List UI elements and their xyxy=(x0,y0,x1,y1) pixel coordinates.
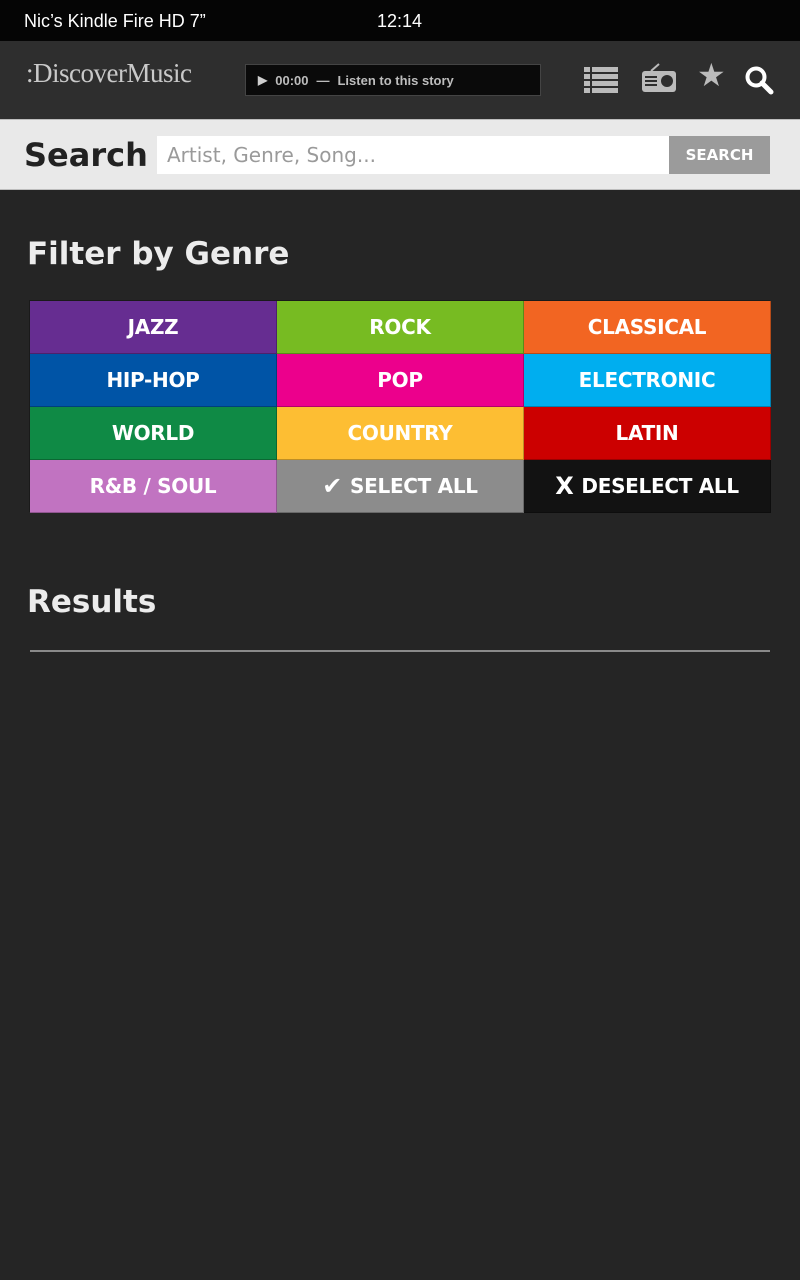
search-input[interactable] xyxy=(157,136,669,174)
player-separator: — xyxy=(316,72,330,88)
clock: 12:14 xyxy=(377,11,423,31)
search-bar: Search SEARCH xyxy=(0,119,800,190)
genre-jazz[interactable]: JAZZ xyxy=(30,301,277,354)
genre-label: ROCK xyxy=(369,315,431,339)
logo-text: :DiscoverMusic xyxy=(26,58,192,88)
select-all-button[interactable]: ✔ SELECT ALL xyxy=(277,460,524,513)
genre-world[interactable]: WORLD xyxy=(30,407,277,460)
genre-label: POP xyxy=(377,368,423,392)
audio-player[interactable]: ▶ 00:00 — Listen to this story xyxy=(245,64,541,96)
app-header: :DiscoverMusic ▶ 00:00 — Listen to this … xyxy=(0,41,800,119)
search-title: Search xyxy=(24,136,148,174)
results-divider xyxy=(30,650,770,652)
player-label: Listen to this story xyxy=(337,72,454,88)
genre-label: JAZZ xyxy=(127,315,179,339)
genre-filter-grid: JAZZ ROCK CLASSICAL HIP-HOP POP ELECTRON… xyxy=(29,300,771,513)
star-icon[interactable]: ★ xyxy=(697,59,726,91)
genre-label: R&B / SOUL xyxy=(89,474,217,498)
play-icon[interactable]: ▶ xyxy=(258,73,267,87)
genre-country[interactable]: COUNTRY xyxy=(277,407,524,460)
genre-label: LATIN xyxy=(615,421,679,445)
player-time: 00:00 xyxy=(275,72,309,88)
radio-icon[interactable] xyxy=(641,63,677,93)
genre-label: COUNTRY xyxy=(347,421,453,445)
genre-latin[interactable]: LATIN xyxy=(524,407,771,460)
device-status-bar: Nic’s Kindle Fire HD 7” 12:14 xyxy=(0,0,800,41)
genre-rnb-soul[interactable]: R&B / SOUL xyxy=(30,460,277,513)
genre-label: CLASSICAL xyxy=(587,315,707,339)
genre-hip-hop[interactable]: HIP-HOP xyxy=(30,354,277,407)
results-title: Results xyxy=(27,584,157,620)
checkmark-icon: ✔ xyxy=(322,472,343,500)
device-name: Nic’s Kindle Fire HD 7” xyxy=(24,11,206,31)
discover-music-logo[interactable]: :DiscoverMusic xyxy=(26,58,192,89)
x-icon: X xyxy=(555,472,574,500)
genre-classical[interactable]: CLASSICAL xyxy=(524,301,771,354)
deselect-all-label: DESELECT ALL xyxy=(581,474,739,498)
list-icon[interactable] xyxy=(584,67,618,93)
genre-label: HIP-HOP xyxy=(106,368,200,392)
genre-pop[interactable]: POP xyxy=(277,354,524,407)
deselect-all-button[interactable]: X DESELECT ALL xyxy=(524,460,771,513)
genre-label: ELECTRONIC xyxy=(578,368,716,392)
filter-title: Filter by Genre xyxy=(27,236,290,272)
search-icon[interactable] xyxy=(744,65,774,95)
select-all-label: SELECT ALL xyxy=(350,474,478,498)
genre-rock[interactable]: ROCK xyxy=(277,301,524,354)
genre-label: WORLD xyxy=(111,421,195,445)
genre-electronic[interactable]: ELECTRONIC xyxy=(524,354,771,407)
search-button[interactable]: SEARCH xyxy=(669,136,770,174)
